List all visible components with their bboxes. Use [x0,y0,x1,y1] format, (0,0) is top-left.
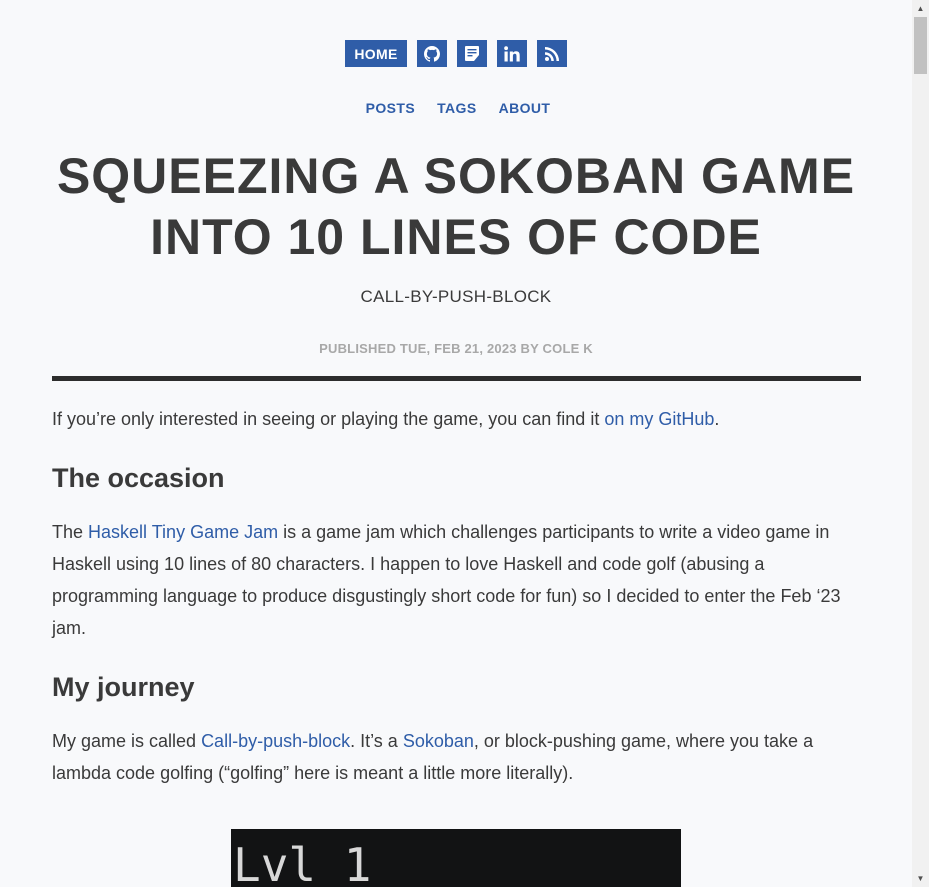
github-button[interactable] [417,40,447,67]
divider [52,376,861,381]
github-icon [424,45,440,62]
notes-icon [465,46,479,61]
about-link[interactable]: ABOUT [499,100,551,116]
game-jam-link[interactable]: Haskell Tiny Game Jam [88,522,278,542]
posts-link[interactable]: POSTS [366,100,415,116]
vertical-scrollbar[interactable]: ▲ ▼ [912,0,929,887]
title-line-2: INTO 10 LINES OF CODE [150,209,762,265]
occasion-paragraph: The Haskell Tiny Game Jam is a game jam … [52,516,861,644]
home-button[interactable]: HOME [345,40,407,67]
scroll-up-arrow-icon[interactable]: ▲ [912,0,929,17]
tags-link[interactable]: TAGS [437,100,476,116]
game-level-text: Lvl 1 [233,838,372,887]
page-subtitle: CALL-BY-PUSH-BLOCK [360,287,552,306]
page-title: SQUEEZING A SOKOBAN GAME INTO 10 LINES O… [30,146,882,268]
scroll-down-arrow-icon[interactable]: ▼ [912,870,929,887]
game-screenshot: Lvl 1 [231,829,681,887]
journey-paragraph: My game is called Call-by-push-block. It… [52,725,861,789]
page: HOME POSTS TAGS ABOUT SQUEEZING A SOKOBA… [0,0,912,887]
intro-end: . [714,409,720,429]
publish-meta: PUBLISHED TUE, FEB 21, 2023 BY COLE K [319,341,593,356]
linkedin-icon [504,45,520,61]
sokoban-link[interactable]: Sokoban [403,731,474,751]
top-nav: HOME [0,40,912,67]
notes-button[interactable] [457,40,487,67]
title-line-1: SQUEEZING A SOKOBAN GAME [56,148,856,204]
intro-paragraph: If you’re only interested in seeing or p… [52,403,719,435]
heading-occasion: The occasion [52,463,225,493]
scroll-thumb[interactable] [914,17,927,74]
call-by-push-block-link[interactable]: Call-by-push-block [201,731,350,751]
sub-nav: POSTS TAGS ABOUT [0,100,912,116]
journey-text-mid: . It’s a [350,731,403,751]
github-link[interactable]: on my GitHub [604,409,714,429]
occasion-text-start: The [52,522,89,542]
journey-text-start: My game is called [52,731,202,751]
intro-text: If you’re only interested in seeing or p… [52,409,605,429]
linkedin-button[interactable] [497,40,527,67]
heading-journey: My journey [52,672,195,702]
rss-button[interactable] [537,40,567,67]
rss-icon [545,46,559,61]
